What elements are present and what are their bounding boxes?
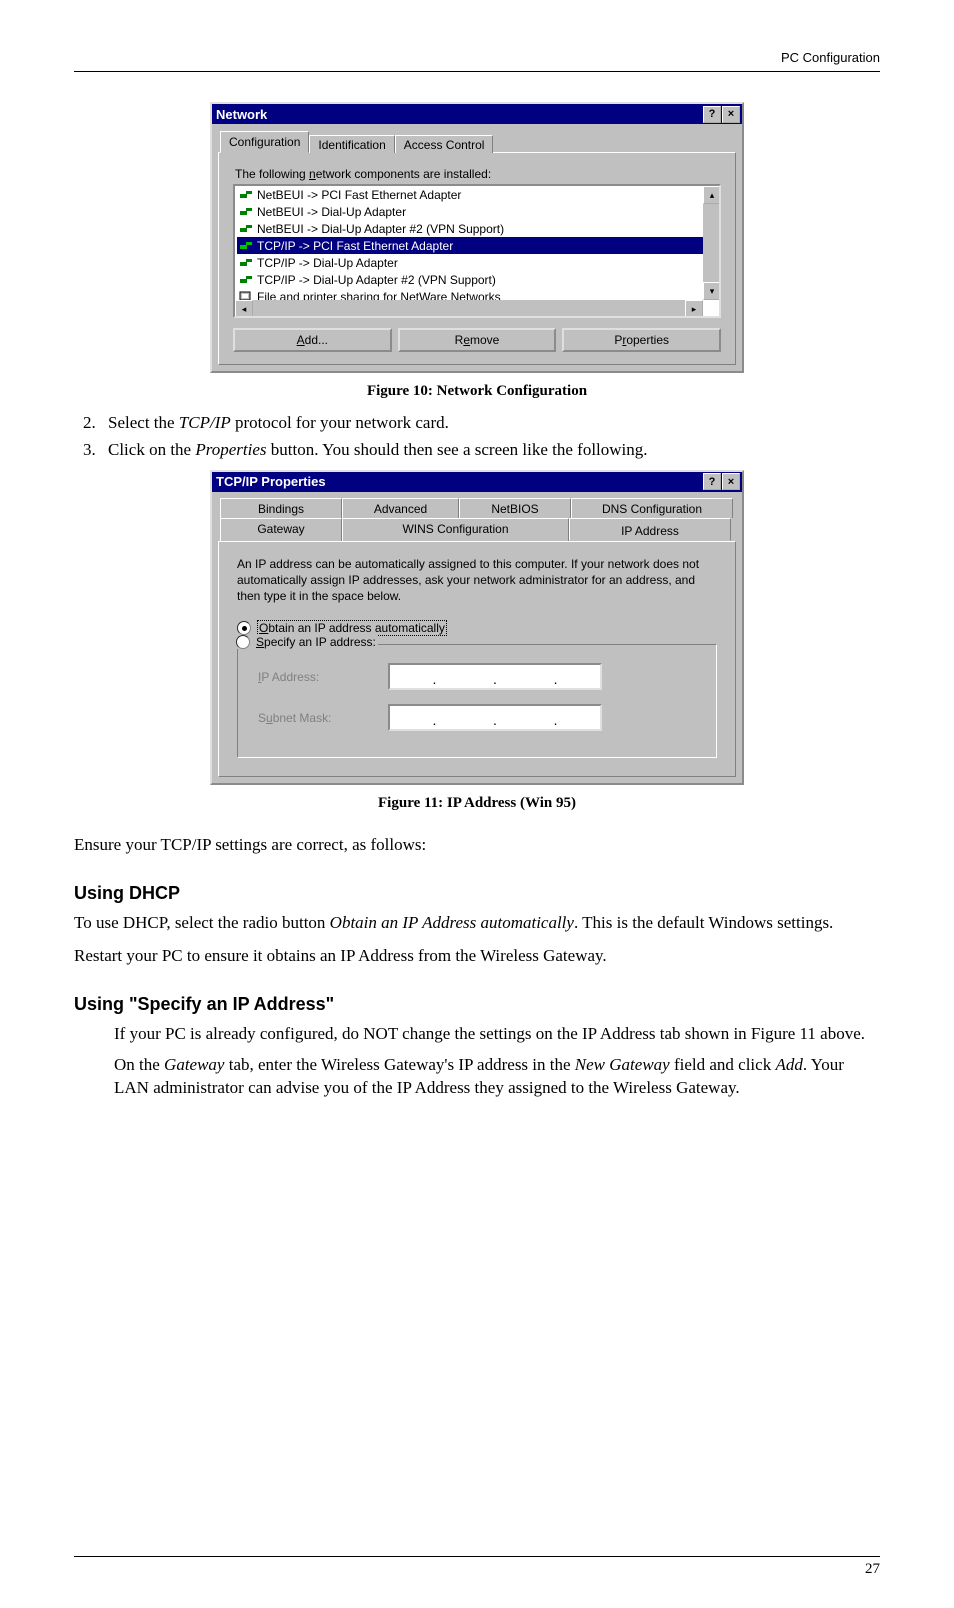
radio-specify-label: Specify an IP address:: [256, 635, 376, 649]
radio-icon: [237, 621, 251, 635]
radio-specify[interactable]: Specify an IP address:: [234, 635, 378, 649]
radio-icon: [236, 635, 250, 649]
subnet-mask-label: Subnet Mask:: [258, 711, 388, 725]
tab-wins[interactable]: WINS Configuration: [342, 518, 569, 541]
components-listbox[interactable]: NetBEUI -> PCI Fast Ethernet Adapter Net…: [233, 184, 721, 318]
dot-icon: .: [554, 712, 558, 728]
ip-address-row: IP Address: ...: [258, 663, 696, 690]
properties-button[interactable]: Properties: [562, 328, 721, 352]
tab-advanced[interactable]: Advanced: [342, 498, 459, 518]
tab-dns[interactable]: DNS Configuration: [571, 498, 733, 518]
radio-obtain-label: Obtain an IP address automatically: [257, 620, 447, 636]
dot-icon: .: [432, 712, 436, 728]
step-2: Select the TCP/IP protocol for your netw…: [100, 412, 880, 435]
ipaddress-tab-body: An IP address can be automatically assig…: [218, 541, 736, 778]
protocol-icon: [239, 239, 253, 253]
tcpip-titlebar[interactable]: TCP/IP Properties ? ×: [212, 472, 742, 492]
list-item[interactable]: NetBEUI -> PCI Fast Ethernet Adapter: [237, 186, 719, 203]
tab-bindings[interactable]: Bindings: [220, 498, 342, 518]
ipaddress-info: An IP address can be automatically assig…: [237, 556, 717, 605]
list-item[interactable]: NetBEUI -> Dial-Up Adapter #2 (VPN Suppo…: [237, 220, 719, 237]
protocol-icon: [239, 222, 253, 236]
list-item[interactable]: TCP/IP -> Dial-Up Adapter: [237, 254, 719, 271]
protocol-icon: [239, 273, 253, 287]
heading-specify: Using "Specify an IP Address": [74, 994, 880, 1015]
figure10-caption: Figure 10: Network Configuration: [74, 383, 880, 400]
dot-icon: .: [554, 671, 558, 687]
tcpip-dialog: TCP/IP Properties ? × Bindings Advanced …: [210, 470, 744, 786]
help-icon[interactable]: ?: [703, 106, 721, 123]
para-ensure: Ensure your TCP/IP settings are correct,…: [74, 834, 880, 857]
tab-ipaddress[interactable]: IP Address: [569, 518, 731, 541]
para-specify-1: If your PC is already configured, do NOT…: [114, 1023, 880, 1046]
tab-body-configuration: The following network components are ins…: [218, 152, 736, 365]
tab-access-control[interactable]: Access Control: [395, 135, 494, 153]
tcpip-tabs-row2: Gateway WINS Configuration IP Address: [220, 518, 742, 541]
scroll-down-icon[interactable]: ▾: [703, 282, 721, 300]
tab-netbios[interactable]: NetBIOS: [459, 498, 571, 518]
scroll-right-icon[interactable]: ▸: [685, 300, 703, 318]
network-dialog: Network ? × Configuration Identification…: [210, 102, 744, 373]
tab-gateway[interactable]: Gateway: [220, 518, 342, 541]
specify-fieldset: Specify an IP address: IP Address: ... S…: [237, 644, 717, 758]
figure11-caption: Figure 11: IP Address (Win 95): [74, 795, 880, 812]
tcpip-title: TCP/IP Properties: [216, 474, 326, 489]
para-restart: Restart your PC to ensure it obtains an …: [74, 945, 880, 968]
heading-dhcp: Using DHCP: [74, 883, 880, 904]
top-rule: [74, 71, 880, 72]
protocol-icon: [239, 256, 253, 270]
list-item[interactable]: TCP/IP -> PCI Fast Ethernet Adapter: [237, 237, 719, 254]
tab-identification[interactable]: Identification: [309, 135, 394, 153]
list-item[interactable]: NetBEUI -> Dial-Up Adapter: [237, 203, 719, 220]
network-title: Network: [216, 107, 267, 122]
add-button[interactable]: AAdd...dd...: [233, 328, 392, 352]
ip-address-label: IP Address:: [258, 670, 388, 684]
instruction-list: Select the TCP/IP protocol for your netw…: [74, 412, 880, 466]
subnet-mask-row: Subnet Mask: ...: [258, 704, 696, 731]
horizontal-scrollbar[interactable]: ◂ ▸: [235, 300, 703, 316]
scroll-left-icon[interactable]: ◂: [235, 300, 253, 318]
radio-obtain-auto[interactable]: Obtain an IP address automatically: [237, 620, 717, 636]
list-item[interactable]: TCP/IP -> Dial-Up Adapter #2 (VPN Suppor…: [237, 271, 719, 288]
scroll-up-icon[interactable]: ▴: [703, 186, 721, 204]
dot-icon: .: [432, 671, 436, 687]
tcpip-tabs-row1: Bindings Advanced NetBIOS DNS Configurat…: [220, 498, 742, 518]
para-specify-2: On the Gateway tab, enter the Wireless G…: [114, 1054, 880, 1100]
protocol-icon: [239, 188, 253, 202]
ip-address-input[interactable]: ...: [388, 663, 602, 690]
subnet-mask-input[interactable]: ...: [388, 704, 602, 731]
components-label: The following network components are ins…: [235, 167, 721, 181]
protocol-icon: [239, 205, 253, 219]
network-tabs: Configuration Identification Access Cont…: [220, 130, 736, 152]
close-icon[interactable]: ×: [722, 106, 740, 123]
help-icon[interactable]: ?: [703, 473, 721, 490]
step-3: Click on the Properties button. You shou…: [100, 439, 880, 462]
dot-icon: .: [493, 712, 497, 728]
page-header-right: PC Configuration: [74, 50, 880, 65]
remove-button[interactable]: Remove: [398, 328, 557, 352]
bottom-rule: [74, 1556, 880, 1557]
vertical-scrollbar[interactable]: ▴ ▾: [703, 186, 719, 300]
tab-configuration[interactable]: Configuration: [220, 131, 309, 153]
dot-icon: .: [493, 671, 497, 687]
para-dhcp: To use DHCP, select the radio button Obt…: [74, 912, 880, 935]
network-titlebar[interactable]: Network ? ×: [212, 104, 742, 124]
page-number: 27: [74, 1561, 880, 1578]
close-icon[interactable]: ×: [722, 473, 740, 490]
